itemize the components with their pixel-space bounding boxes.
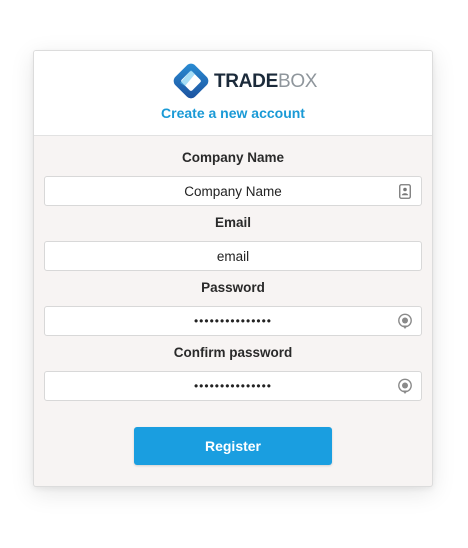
- register-card: TRADEBOX Create a new account Company Na…: [33, 50, 433, 487]
- card-header: TRADEBOX Create a new account: [34, 51, 432, 136]
- confirm-password-field-wrap: [44, 371, 422, 401]
- contact-card-icon: [397, 183, 413, 200]
- tradebox-logo: TRADEBOX: [171, 61, 317, 101]
- company-name-input[interactable]: [45, 177, 421, 205]
- tradebox-logo-icon: [173, 63, 209, 99]
- email-label: Email: [214, 215, 252, 230]
- logo-text-trade: TRADE: [214, 70, 278, 92]
- logo-text-box: BOX: [277, 70, 318, 92]
- company-name-field-wrap: [44, 176, 422, 206]
- password-input[interactable]: [45, 307, 421, 335]
- register-button[interactable]: Register: [134, 427, 332, 465]
- email-input[interactable]: [45, 242, 421, 270]
- confirm-password-label: Confirm password: [173, 345, 293, 360]
- logo-wordmark: TRADEBOX: [214, 72, 317, 91]
- password-field-wrap: [44, 306, 422, 336]
- password-reveal-icon[interactable]: [397, 313, 413, 330]
- confirm-password-input[interactable]: [45, 372, 421, 400]
- form-subtitle: Create a new account: [161, 105, 305, 121]
- password-label: Password: [201, 280, 265, 295]
- company-name-label: Company Name: [181, 150, 285, 165]
- password-reveal-icon[interactable]: [397, 378, 413, 395]
- email-field-wrap: [44, 241, 422, 271]
